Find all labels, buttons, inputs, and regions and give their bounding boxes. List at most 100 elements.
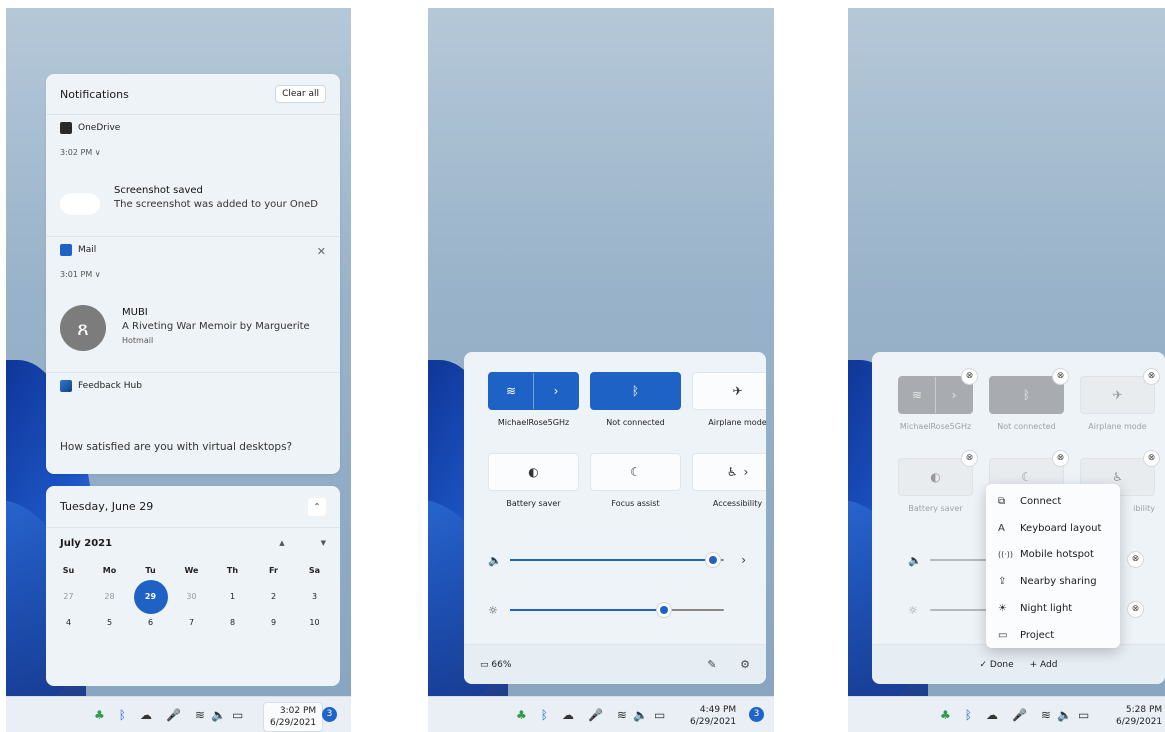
unpin-icon[interactable]: ⊗ xyxy=(1144,369,1159,384)
onedrive-icon[interactable]: ☁ xyxy=(140,709,152,721)
calendar-day[interactable]: 10 xyxy=(294,610,335,636)
calendar-day[interactable]: 2 xyxy=(253,584,294,610)
accessibility-toggle[interactable]: ♿ › xyxy=(692,453,766,491)
volume-icon[interactable]: 🔈 xyxy=(1057,709,1072,721)
menu-item-project[interactable]: ▭ Project xyxy=(986,622,1120,649)
battery-saver-toggle[interactable]: ◐ xyxy=(488,453,579,491)
wifi-icon[interactable]: ≋ xyxy=(195,709,205,721)
onedrive-app-icon xyxy=(60,122,72,134)
battery-saver-label: Battery saver xyxy=(506,499,561,508)
sun-icon: ☀ xyxy=(998,603,1007,615)
wifi-toggle[interactable]: ≋ › xyxy=(488,372,579,410)
notification-onedrive[interactable]: OneDrive 3:02 PM ∨ Screenshot saved The … xyxy=(46,114,340,236)
notification-header: Notifications Clear all xyxy=(46,74,340,114)
notification-mail[interactable]: Mail ✕ 3:01 PM ∨ ጸ MUBI A Riveting War M… xyxy=(46,236,340,372)
unpin-icon[interactable]: ⊗ xyxy=(1128,602,1143,617)
notification-time[interactable]: 3:01 PM ∨ xyxy=(60,263,326,285)
close-icon[interactable]: ✕ xyxy=(317,245,326,258)
onedrive-icon[interactable]: ☁ xyxy=(562,709,574,721)
airplane-mode-toggle[interactable]: ✈ xyxy=(692,372,766,410)
unpin-icon[interactable]: ⊗ xyxy=(1144,451,1159,466)
calendar-day[interactable]: 1 xyxy=(212,584,253,610)
notification-feedback-hub[interactable]: Feedback Hub How satisfied are you with … xyxy=(46,372,340,474)
previous-month-icon[interactable]: ▲ xyxy=(279,539,284,547)
defender-icon[interactable]: ♣ xyxy=(940,709,951,721)
menu-item-nearby-sharing[interactable]: ⇪ Nearby sharing xyxy=(986,568,1120,595)
defender-icon[interactable]: ♣ xyxy=(516,709,527,721)
clock-button[interactable]: 5:28 PM 6/29/2021 xyxy=(1116,704,1162,728)
calendar-day[interactable]: 28 xyxy=(89,584,130,610)
notification-time[interactable]: 3:02 PM ∨ xyxy=(60,141,326,163)
speaker-icon[interactable]: 🔈 xyxy=(488,554,510,567)
weekday-label: Sa xyxy=(308,566,321,575)
volume-fill xyxy=(510,559,714,561)
calendar-day[interactable]: 4 xyxy=(48,610,89,636)
wifi-icon[interactable]: ≋ xyxy=(1041,709,1051,721)
notification-app-name: Mail xyxy=(78,245,97,255)
next-month-icon[interactable]: ▼ xyxy=(321,539,326,547)
wifi-icon[interactable]: ≋ xyxy=(489,373,533,409)
brightness-slider[interactable] xyxy=(510,603,724,617)
calendar-month[interactable]: July 2021 xyxy=(60,538,112,549)
screenshot-quick-settings-edit: ≋ › ⊗ MichaelRose5GHz ᛒ ⊗ Not connected … xyxy=(848,8,1165,732)
volume-icon[interactable]: 🔈 xyxy=(211,709,226,721)
microphone-icon[interactable]: 🎤 xyxy=(1012,709,1027,721)
chevron-up-icon[interactable]: ⌃ xyxy=(308,497,326,516)
brightness-thumb[interactable] xyxy=(657,603,672,617)
focus-assist-toggle[interactable]: ☾ xyxy=(590,453,681,491)
menu-item-keyboard-layout[interactable]: A Keyboard layout xyxy=(986,515,1120,542)
chevron-right-icon[interactable]: › xyxy=(533,373,578,409)
battery-saver-icon: ◐ xyxy=(930,470,941,484)
bluetooth-icon[interactable]: ᛒ xyxy=(119,709,126,721)
battery-icon[interactable]: ▭ xyxy=(232,709,243,721)
chevron-right-icon[interactable]: › xyxy=(724,553,746,567)
calendar-day[interactable]: 9 xyxy=(253,610,294,636)
done-button[interactable]: ✓ Done xyxy=(980,660,1014,670)
calendar-day[interactable]: 5 xyxy=(89,610,130,636)
calendar-day[interactable]: 3 xyxy=(294,584,335,610)
battery-icon[interactable]: ▭ xyxy=(1078,709,1089,721)
onedrive-icon[interactable]: ☁ xyxy=(986,709,998,721)
calendar-day[interactable]: 7 xyxy=(171,610,212,636)
volume-thumb[interactable] xyxy=(706,553,721,567)
battery-status[interactable]: ▭ 66% xyxy=(480,660,511,670)
calendar-date-header: Tuesday, June 29 ⌃ xyxy=(46,486,340,528)
chevron-right-icon[interactable]: › xyxy=(743,465,748,479)
unpin-icon[interactable]: ⊗ xyxy=(1128,552,1143,567)
add-button[interactable]: + Add xyxy=(1030,660,1058,670)
clear-all-button[interactable]: Clear all xyxy=(275,85,326,103)
notification-body: A Riveting War Memoir by Marguerite xyxy=(122,321,310,332)
bluetooth-icon[interactable]: ᛒ xyxy=(965,709,972,721)
calendar-day-today[interactable]: 29 xyxy=(130,580,171,614)
notification-badge[interactable]: 3 xyxy=(749,707,764,722)
clock-button[interactable]: 4:49 PM 6/29/2021 xyxy=(690,704,736,728)
focus-assist-label: Focus assist xyxy=(611,499,660,508)
wifi-icon: ≋ xyxy=(911,388,923,402)
unpin-icon[interactable]: ⊗ xyxy=(1053,451,1068,466)
bluetooth-toggle[interactable]: ᛒ xyxy=(590,372,681,410)
battery-icon[interactable]: ▭ xyxy=(654,709,665,721)
calendar-day[interactable]: 30 xyxy=(171,584,212,610)
weekday-label: Th xyxy=(226,566,239,575)
bluetooth-icon[interactable]: ᛒ xyxy=(541,709,548,721)
notification-badge[interactable]: 3 xyxy=(322,707,337,722)
calendar-day[interactable]: 27 xyxy=(48,584,89,610)
unpin-icon[interactable]: ⊗ xyxy=(962,369,977,384)
volume-icon[interactable]: 🔈 xyxy=(633,709,648,721)
taskbar: ♣ ᛒ ☁ 🎤 ≋ 🔈 ▭ 5:28 PM 6/29/2021 xyxy=(848,696,1165,732)
defender-icon[interactable]: ♣ xyxy=(94,709,105,721)
microphone-icon[interactable]: 🎤 xyxy=(588,709,603,721)
unpin-icon[interactable]: ⊗ xyxy=(962,451,977,466)
volume-slider[interactable] xyxy=(510,553,724,567)
menu-item-connect[interactable]: ⧉ Connect xyxy=(986,488,1120,515)
gear-icon[interactable]: ⚙ xyxy=(740,658,750,671)
calendar-day[interactable]: 6 xyxy=(130,610,171,636)
calendar-day[interactable]: 8 xyxy=(212,610,253,636)
microphone-icon[interactable]: 🎤 xyxy=(166,709,181,721)
wifi-icon[interactable]: ≋ xyxy=(617,709,627,721)
menu-item-night-light[interactable]: ☀ Night light xyxy=(986,595,1120,622)
menu-item-mobile-hotspot[interactable]: ((·)) Mobile hotspot xyxy=(986,542,1120,569)
edit-icon[interactable]: ✎ xyxy=(707,658,716,671)
clock-button[interactable]: 3:02 PM 6/29/2021 xyxy=(263,702,324,732)
unpin-icon[interactable]: ⊗ xyxy=(1053,369,1068,384)
